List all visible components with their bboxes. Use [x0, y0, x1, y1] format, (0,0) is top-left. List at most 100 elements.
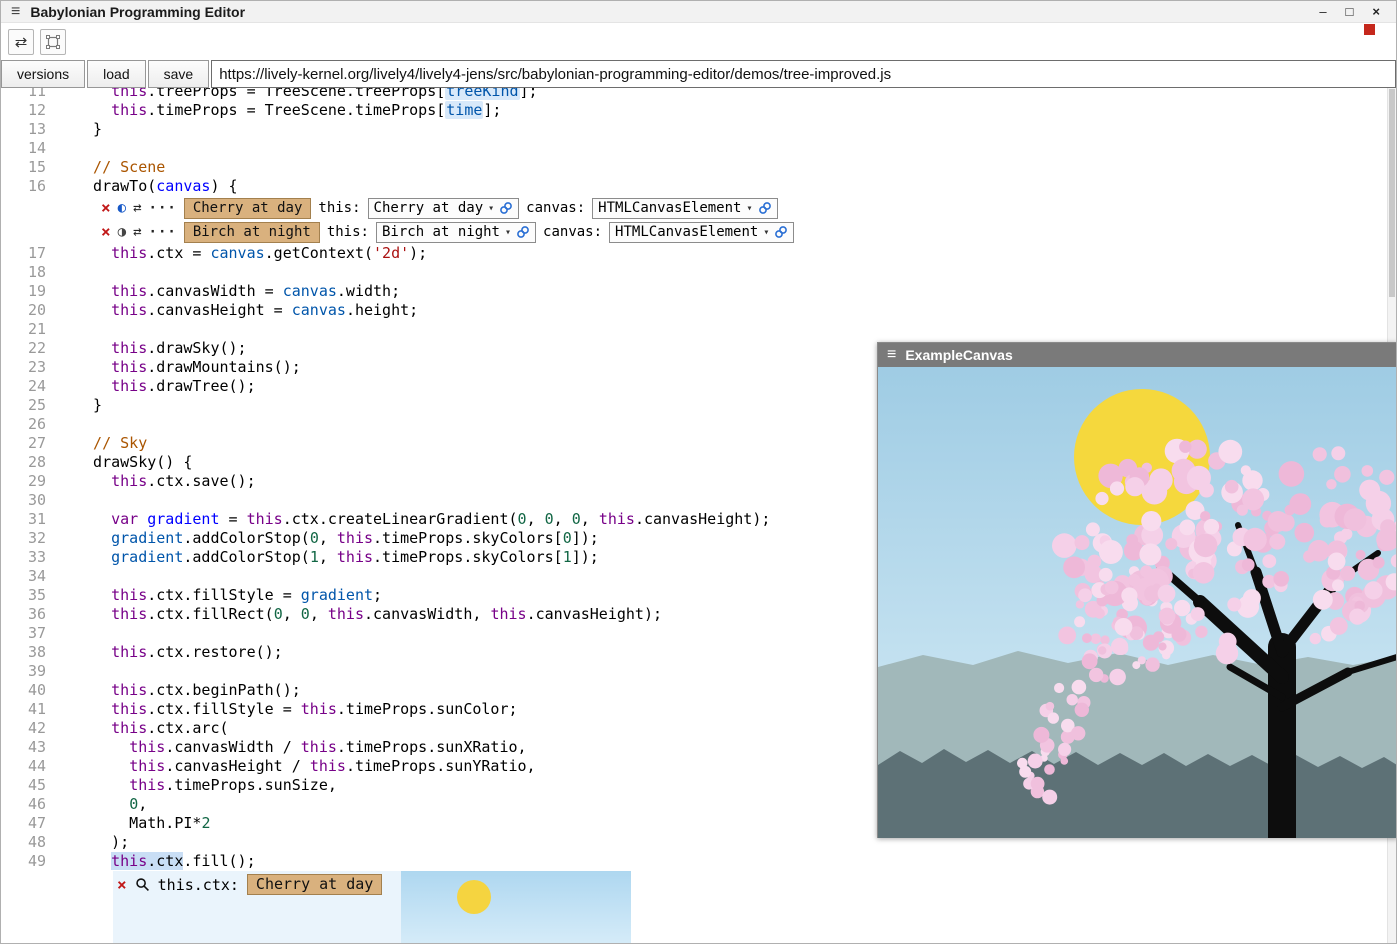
- code-text[interactable]: this.drawSky();: [46, 339, 247, 358]
- line-number[interactable]: 48: [1, 833, 46, 852]
- switch-example-icon[interactable]: ⇄: [133, 201, 141, 215]
- code-text[interactable]: gradient.addColorStop(1, this.timeProps.…: [46, 548, 599, 567]
- code-text[interactable]: this.drawTree();: [46, 377, 256, 396]
- line-number[interactable]: 19: [1, 282, 46, 301]
- code-text[interactable]: this.timeProps = TreeScene.timeProps[tim…: [46, 101, 501, 120]
- line-number[interactable]: 21: [1, 320, 46, 339]
- line-number[interactable]: 46: [1, 795, 46, 814]
- code-text[interactable]: [46, 491, 75, 510]
- line-number[interactable]: 32: [1, 529, 46, 548]
- more-options-icon[interactable]: ···: [149, 201, 177, 215]
- save-button[interactable]: save: [148, 60, 210, 88]
- code-text[interactable]: this.treeProps = TreeScene.treeProps[tre…: [46, 88, 538, 101]
- line-number[interactable]: 23: [1, 358, 46, 377]
- code-text[interactable]: [46, 320, 75, 339]
- code-text[interactable]: this.ctx.restore();: [46, 643, 283, 662]
- line-number[interactable]: 42: [1, 719, 46, 738]
- code-text[interactable]: drawTo(canvas) {: [46, 177, 238, 196]
- close-button[interactable]: ×: [1372, 5, 1380, 18]
- code-text[interactable]: var gradient = this.ctx.createLinearGrad…: [46, 510, 770, 529]
- line-number[interactable]: 14: [1, 139, 46, 158]
- code-line[interactable]: 14: [1, 139, 1387, 158]
- example-canvas-titlebar[interactable]: ≡ ExampleCanvas: [878, 343, 1397, 367]
- line-number[interactable]: 29: [1, 472, 46, 491]
- code-line[interactable]: 18: [1, 263, 1387, 282]
- delete-example-icon[interactable]: ×: [101, 224, 111, 240]
- code-text[interactable]: Math.PI*2: [46, 814, 210, 833]
- line-number[interactable]: 13: [1, 120, 46, 139]
- minimize-button[interactable]: –: [1319, 5, 1326, 18]
- code-text[interactable]: this.ctx.beginPath();: [46, 681, 301, 700]
- line-number[interactable]: 40: [1, 681, 46, 700]
- swap-tool-button[interactable]: ⇄: [8, 29, 34, 55]
- line-number[interactable]: 27: [1, 434, 46, 453]
- toggle-example-off-icon[interactable]: ◑: [118, 225, 126, 239]
- code-line[interactable]: 13 }: [1, 120, 1387, 139]
- code-text[interactable]: }: [46, 120, 102, 139]
- probe-example-button[interactable]: Cherry at day: [247, 874, 382, 895]
- line-number[interactable]: 30: [1, 491, 46, 510]
- line-number[interactable]: 16: [1, 177, 46, 196]
- example-name-button[interactable]: Cherry at day: [184, 198, 312, 219]
- code-text[interactable]: );: [46, 833, 129, 852]
- code-text[interactable]: this.ctx.save();: [46, 472, 256, 491]
- code-line[interactable]: 17 this.ctx = canvas.getContext('2d');: [1, 244, 1387, 263]
- line-number[interactable]: 26: [1, 415, 46, 434]
- line-number[interactable]: 36: [1, 605, 46, 624]
- code-text[interactable]: this.ctx.arc(: [46, 719, 229, 738]
- param-select-this[interactable]: Cherry at day ▾: [368, 198, 520, 219]
- param-select-canvas[interactable]: HTMLCanvasElement ▾: [609, 222, 794, 243]
- code-text[interactable]: gradient.addColorStop(0, this.timeProps.…: [46, 529, 599, 548]
- line-number[interactable]: 41: [1, 700, 46, 719]
- line-number[interactable]: 43: [1, 738, 46, 757]
- code-line[interactable]: 16 drawTo(canvas) {: [1, 177, 1387, 196]
- line-number[interactable]: 20: [1, 301, 46, 320]
- code-text[interactable]: 0,: [46, 795, 147, 814]
- code-text[interactable]: [46, 415, 75, 434]
- line-number[interactable]: 39: [1, 662, 46, 681]
- line-number[interactable]: 11: [1, 88, 46, 101]
- code-text[interactable]: [46, 139, 75, 158]
- line-number[interactable]: 12: [1, 101, 46, 120]
- code-text[interactable]: this.canvasHeight / this.timeProps.sunYR…: [46, 757, 536, 776]
- line-number[interactable]: 49: [1, 852, 46, 871]
- code-text[interactable]: // Sky: [46, 434, 147, 453]
- line-number[interactable]: 33: [1, 548, 46, 567]
- menu-icon[interactable]: ≡: [887, 347, 896, 363]
- magnifier-icon[interactable]: [135, 877, 150, 892]
- code-line[interactable]: 15 // Scene: [1, 158, 1387, 177]
- code-line[interactable]: 21: [1, 320, 1387, 339]
- code-line[interactable]: 11 this.treeProps = TreeScene.treeProps[…: [1, 88, 1387, 101]
- line-number[interactable]: 24: [1, 377, 46, 396]
- maximize-button[interactable]: □: [1346, 5, 1354, 18]
- code-text[interactable]: [46, 567, 75, 586]
- code-text[interactable]: [46, 662, 75, 681]
- select-region-button[interactable]: [40, 29, 66, 55]
- code-line[interactable]: 12 this.timeProps = TreeScene.timeProps[…: [1, 101, 1387, 120]
- scrollbar-thumb[interactable]: [1389, 89, 1395, 297]
- code-line[interactable]: 49 this.ctx.fill();: [1, 852, 1387, 871]
- line-number[interactable]: 18: [1, 263, 46, 282]
- code-text[interactable]: drawSky() {: [46, 453, 192, 472]
- more-options-icon[interactable]: ···: [149, 225, 177, 239]
- line-number[interactable]: 15: [1, 158, 46, 177]
- link-icon[interactable]: [516, 225, 530, 239]
- code-line[interactable]: 19 this.canvasWidth = canvas.width;: [1, 282, 1387, 301]
- menu-icon[interactable]: ≡: [11, 4, 20, 20]
- link-icon[interactable]: [774, 225, 788, 239]
- code-text[interactable]: [46, 263, 75, 282]
- param-select-canvas[interactable]: HTMLCanvasElement ▾: [592, 198, 777, 219]
- line-number[interactable]: 45: [1, 776, 46, 795]
- link-icon[interactable]: [758, 201, 772, 215]
- example-name-button[interactable]: Birch at night: [184, 222, 320, 243]
- link-icon[interactable]: [499, 201, 513, 215]
- line-number[interactable]: 22: [1, 339, 46, 358]
- code-text[interactable]: this.drawMountains();: [46, 358, 301, 377]
- load-button[interactable]: load: [87, 60, 145, 88]
- code-line[interactable]: 20 this.canvasHeight = canvas.height;: [1, 301, 1387, 320]
- code-text[interactable]: this.ctx.fill();: [46, 852, 256, 871]
- line-number[interactable]: 38: [1, 643, 46, 662]
- line-number[interactable]: 17: [1, 244, 46, 263]
- delete-probe-icon[interactable]: ×: [117, 877, 127, 893]
- line-number[interactable]: 25: [1, 396, 46, 415]
